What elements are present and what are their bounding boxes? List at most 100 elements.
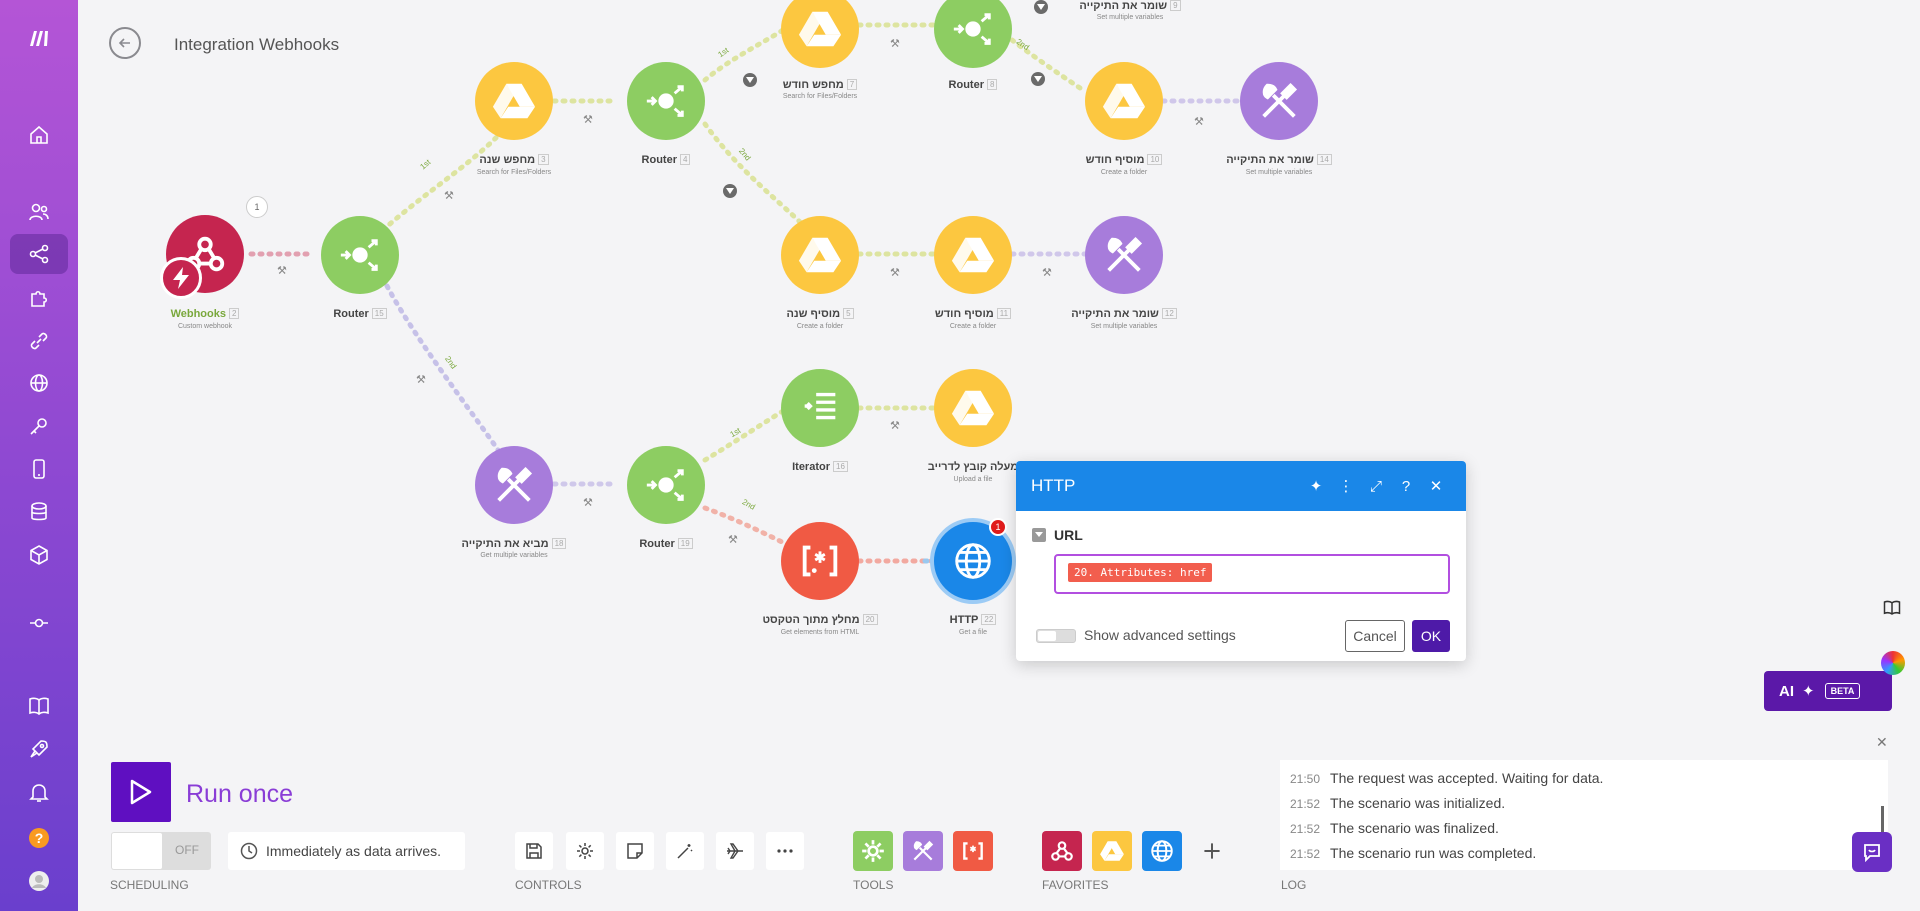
help-icon[interactable]: ? — [1391, 471, 1421, 501]
run-once-label[interactable]: Run once — [186, 780, 293, 809]
ok-button[interactable]: OK — [1412, 620, 1450, 652]
save-icon — [526, 843, 542, 859]
wrench-icon[interactable]: ⚒ — [444, 189, 454, 202]
explain-flow-button[interactable] — [716, 832, 754, 870]
flow-control-tool-button[interactable] — [853, 831, 893, 871]
home-icon[interactable] — [10, 115, 68, 155]
cancel-button[interactable]: Cancel — [1345, 620, 1405, 652]
make-logo-icon[interactable] — [10, 18, 68, 58]
scenarios-icon[interactable] — [10, 234, 68, 274]
log-caption: LOG — [1281, 878, 1307, 892]
log-entry: 21:52 The scenario was finalized. — [1290, 820, 1499, 836]
close-icon[interactable]: ✕ — [1421, 471, 1451, 501]
expand-icon[interactable]: ⤢ — [1361, 471, 1391, 501]
help-chat-button[interactable] — [1852, 832, 1892, 872]
queue-badge[interactable]: 1 — [246, 196, 268, 218]
schedule-text: Immediately as data arrives. — [266, 843, 442, 859]
wrench-icon[interactable]: ⚒ — [277, 264, 287, 277]
wrench-icon[interactable]: ⚒ — [1194, 115, 1204, 128]
http-favorite-button[interactable] — [1142, 831, 1182, 871]
wrench-icon[interactable]: ⚒ — [890, 37, 900, 50]
router-module[interactable] — [321, 216, 399, 294]
scheduling-toggle[interactable]: OFF — [111, 832, 211, 870]
wrench-icon[interactable]: ⚒ — [583, 496, 593, 509]
book-icon[interactable] — [1883, 600, 1901, 621]
profile-avatar[interactable] — [1881, 651, 1905, 675]
wrench-icon[interactable]: ⚒ — [416, 373, 426, 386]
help-question-icon[interactable]: ? — [10, 818, 68, 858]
sparkle-icon: ✦ — [1802, 683, 1815, 700]
iterator-icon — [804, 392, 836, 420]
advanced-settings-toggle[interactable] — [1036, 629, 1076, 643]
google-drive-module[interactable] — [781, 216, 859, 294]
tools-module[interactable] — [1240, 62, 1318, 140]
user-avatar-icon[interactable] — [10, 861, 68, 901]
scenario-canvas[interactable]: 1st 2nd 1st 2nd 2nd 1st 2nd ⚒ ⚒ ⚒ ⚒ ⚒ ⚒ … — [78, 0, 1920, 740]
url-input[interactable]: 20. Attributes: href — [1054, 554, 1450, 594]
wrench-icon[interactable]: ⚒ — [1042, 266, 1052, 279]
add-favorite-button[interactable] — [1192, 831, 1232, 871]
text-parser-icon — [802, 545, 838, 577]
notes-button[interactable] — [616, 832, 654, 870]
team-icon[interactable] — [10, 192, 68, 232]
tools-wrench-icon — [1262, 82, 1298, 118]
run-once-button[interactable] — [111, 762, 171, 822]
save-button[interactable] — [515, 832, 553, 870]
wrench-icon[interactable]: ⚒ — [890, 266, 900, 279]
tools-module[interactable] — [1085, 216, 1163, 294]
node-label: Router 19 — [566, 538, 766, 550]
google-drive-module[interactable] — [934, 369, 1012, 447]
collapse-toggle-icon[interactable] — [1032, 528, 1046, 542]
whats-new-rocket-icon[interactable] — [10, 729, 68, 769]
tools-module[interactable] — [475, 446, 553, 524]
notifications-bell-icon[interactable] — [10, 772, 68, 812]
router-icon — [646, 85, 684, 117]
mapped-value-pill[interactable]: 20. Attributes: href — [1068, 563, 1213, 582]
google-drive-module[interactable] — [475, 62, 553, 140]
advanced-settings-label: Show advanced settings — [1084, 627, 1236, 643]
wrench-icon[interactable]: ⚒ — [583, 113, 593, 126]
text-parser-tool-button[interactable] — [953, 831, 993, 871]
router-module[interactable] — [627, 446, 705, 524]
data-structures-cube-icon[interactable] — [10, 535, 68, 575]
ai-assistant-button[interactable]: AI ✦ BETA — [1764, 671, 1892, 711]
error-badge[interactable]: 1 — [989, 518, 1007, 536]
google-drive-icon — [951, 237, 995, 273]
devices-phone-icon[interactable] — [10, 449, 68, 489]
text-parser-module[interactable] — [781, 522, 859, 600]
connections-link-icon[interactable] — [10, 321, 68, 361]
custom-functions-icon[interactable] — [10, 603, 68, 643]
wrench-icon[interactable]: ⚒ — [890, 419, 900, 432]
ai-label: AI — [1779, 682, 1794, 700]
keys-icon[interactable] — [10, 406, 68, 446]
google-drive-module[interactable] — [934, 216, 1012, 294]
more-vertical-icon[interactable]: ⋮ — [1331, 471, 1361, 501]
google-drive-module[interactable] — [1085, 62, 1163, 140]
node-sublabel: Set multiple variables — [1090, 323, 1158, 330]
google-drive-icon — [1100, 841, 1124, 861]
node-label: שומר את התיקייה 9 — [1030, 0, 1230, 12]
iterator-module[interactable] — [781, 369, 859, 447]
auto-align-button[interactable] — [666, 832, 704, 870]
apps-puzzle-icon[interactable] — [10, 278, 68, 318]
more-button[interactable] — [766, 832, 804, 870]
ai-sparkle-icon[interactable]: ✦ — [1301, 471, 1331, 501]
settings-button[interactable] — [566, 832, 604, 870]
help-book-icon[interactable] — [10, 686, 68, 726]
gear-icon — [862, 840, 884, 862]
node-sublabel: Get multiple variables — [480, 552, 548, 559]
plus-icon — [1204, 843, 1220, 859]
close-log-icon[interactable]: ✕ — [1876, 734, 1888, 751]
webhooks-globe-icon[interactable] — [10, 363, 68, 403]
globe-icon — [1151, 840, 1173, 862]
scheduling-caption: SCHEDULING — [110, 878, 189, 892]
google-drive-favorite-button[interactable] — [1092, 831, 1132, 871]
filter-icon[interactable] — [723, 184, 737, 198]
webhooks-favorite-button[interactable] — [1042, 831, 1082, 871]
tools-tool-button[interactable] — [903, 831, 943, 871]
data-stores-icon[interactable] — [10, 492, 68, 532]
router-module[interactable] — [627, 62, 705, 140]
dialog-header: HTTP ✦ ⋮ ⤢ ? ✕ — [1016, 461, 1466, 511]
chat-icon — [1864, 844, 1880, 862]
schedule-setting[interactable]: Immediately as data arrives. — [228, 832, 465, 870]
